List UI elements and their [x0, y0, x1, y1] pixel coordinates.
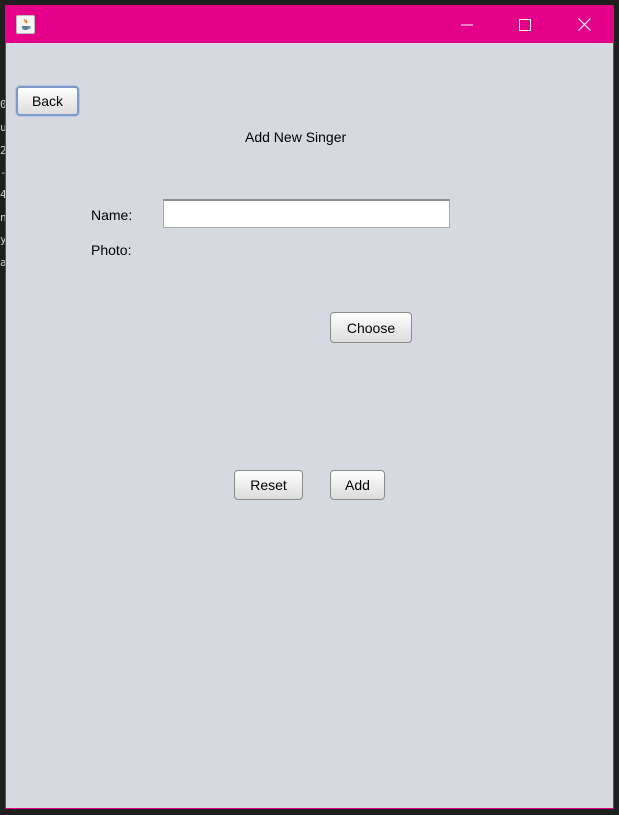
page-title: Add New Singer [245, 129, 347, 145]
back-button[interactable]: Back [16, 86, 79, 116]
reset-button[interactable]: Reset [234, 470, 303, 500]
name-input[interactable] [163, 199, 450, 228]
minimize-button[interactable] [438, 6, 496, 43]
content-panel: Back Add New Singer Name: Photo: Choose … [6, 43, 613, 808]
title-bar[interactable] [6, 6, 613, 43]
java-icon[interactable] [16, 15, 35, 34]
close-button[interactable] [555, 6, 613, 43]
close-icon [577, 18, 591, 31]
maximize-button[interactable] [496, 6, 554, 43]
photo-label: Photo: [91, 242, 132, 258]
app-window: Back Add New Singer Name: Photo: Choose … [5, 5, 614, 809]
add-button[interactable]: Add [330, 470, 385, 500]
name-label: Name: [91, 207, 133, 223]
maximize-icon [519, 18, 531, 31]
minimize-icon [461, 24, 473, 25]
choose-photo-button[interactable]: Choose [330, 312, 412, 343]
